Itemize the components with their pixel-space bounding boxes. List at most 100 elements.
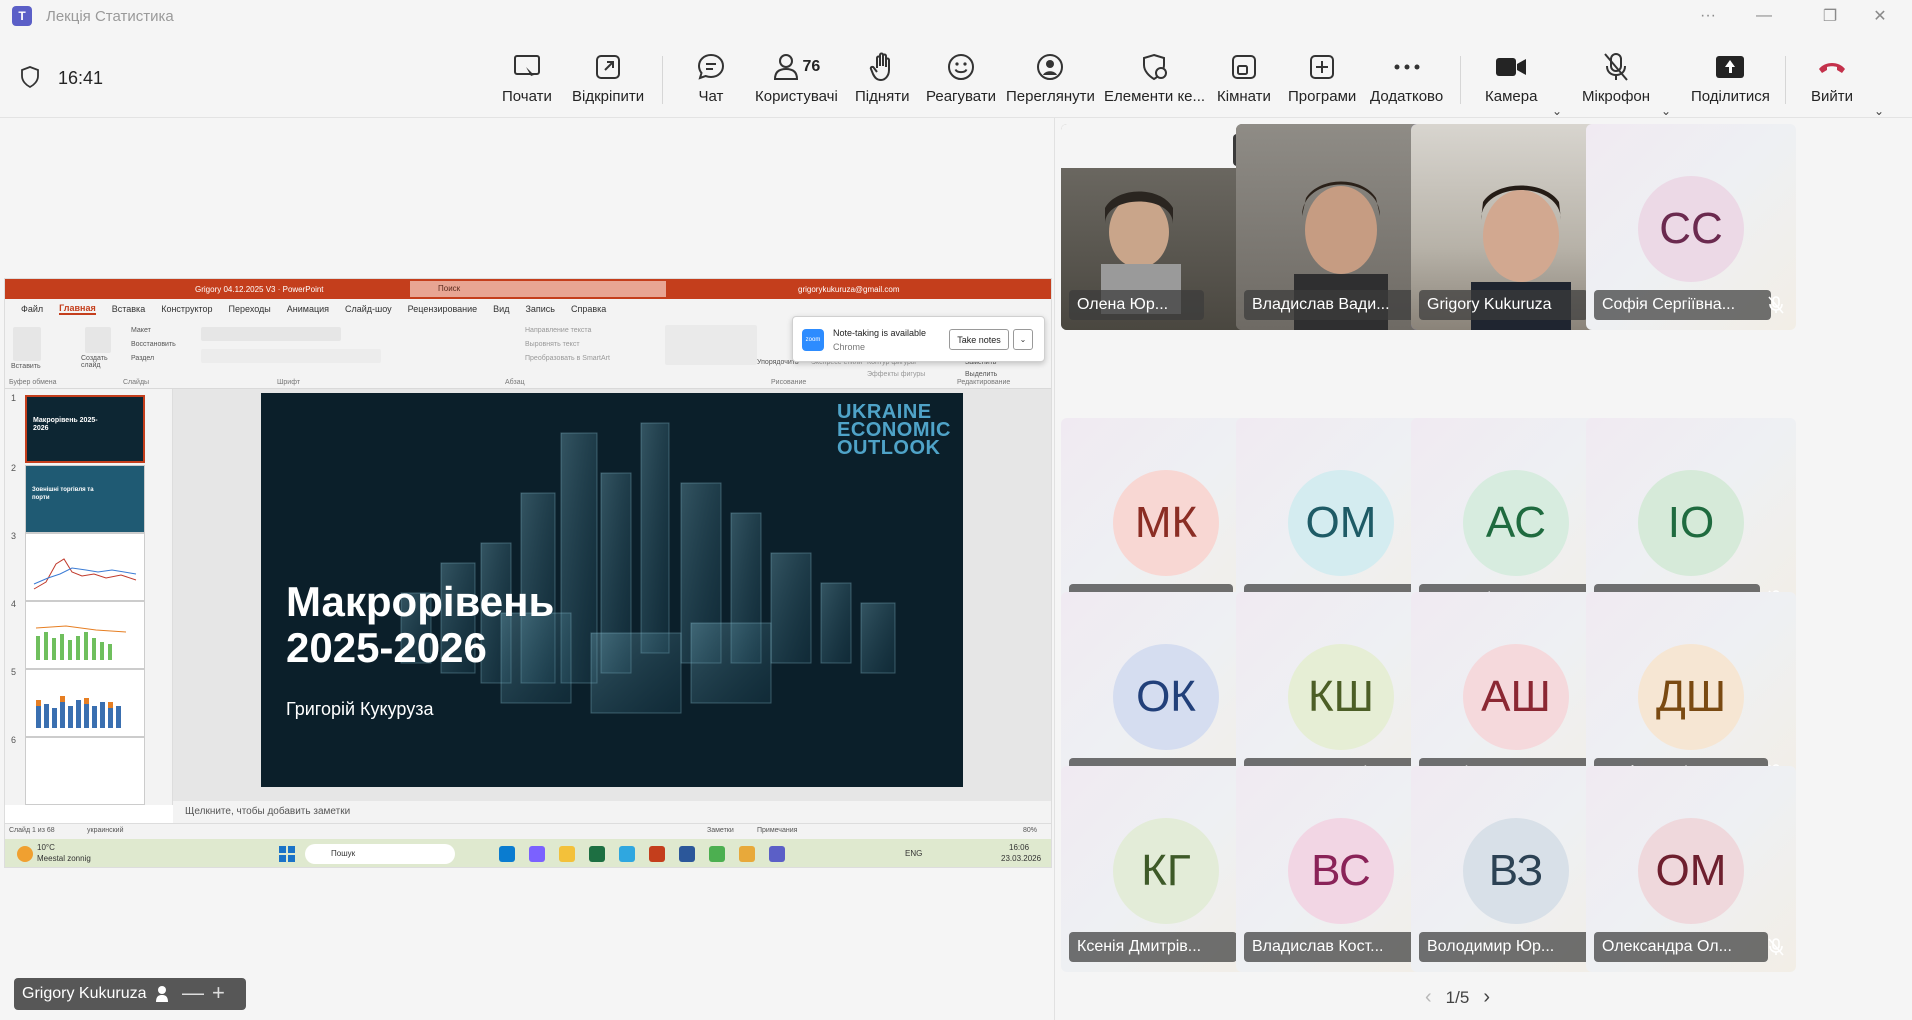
more-button[interactable]: Додатково [1370,50,1443,114]
camera-icon [1495,50,1527,84]
mic-label: Мікрофон [1582,88,1651,105]
ppt-menu-item[interactable]: Вставка [112,304,145,314]
toolbar-divider [1785,56,1786,104]
react-label: Реагувати [926,88,997,105]
zoom-out-button[interactable]: — [182,980,204,1006]
avatar: ВС [1288,818,1394,924]
popout-label: Відкріпити [572,88,645,105]
ppt-menu-item[interactable]: Справка [571,304,606,314]
next-page-chevron-icon[interactable]: › [1483,986,1490,1009]
ppt-menu-item[interactable]: Файл [21,304,43,314]
record-button[interactable]: Почати [502,50,552,114]
participant-tile[interactable]: СС Софія Сергіївна... [1586,124,1796,330]
prev-page-chevron-icon[interactable]: ‹ [1425,986,1432,1009]
slide-thumbnail-3[interactable] [25,533,145,601]
teams-logo-icon: T [12,6,32,26]
input-language: ENG [905,849,923,858]
chat-label: Чат [698,88,724,105]
record-label: Почати [502,88,552,105]
minimize-button[interactable]: — [1744,0,1784,32]
gallery-pager: ‹ 1/5 › [1425,986,1490,1009]
mic-options-chevron-icon[interactable]: ⌄ [1661,104,1675,118]
apps-button[interactable]: Програми [1288,50,1356,114]
ppt-menu-item[interactable]: Запись [525,304,555,314]
weather-desc: Meestal zonnig [37,854,91,863]
ppt-menu-item[interactable]: Слайд-шоу [345,304,392,314]
ppt-menu-item[interactable]: Анимация [287,304,329,314]
avatar: АС [1463,470,1569,576]
leave-options-chevron-icon[interactable]: ⌄ [1874,104,1888,118]
slide-editor-canvas: UKRAINE ECONOMIC OUTLOOK Макрорівень 202… [173,389,1051,805]
more-options-icon[interactable]: ··· [1688,0,1728,32]
zoom-notification: zoom Note-taking is available Chrome Tak… [792,316,1045,362]
people-count: 76 [802,58,821,75]
notes-toggle: Заметки [707,827,734,834]
view-icon [1036,50,1064,84]
slide-thumbnail-4[interactable] [25,601,145,669]
close-window-button[interactable]: ✕ [1860,0,1900,32]
edge-icon [499,846,515,862]
rooms-icon [1230,50,1258,84]
presenter-share-icon [155,986,168,1002]
shared-screen[interactable]: Grigory 04.12.2025 V3 · PowerPoint Поиск… [4,278,1052,868]
share-button[interactable]: Поділитися [1691,50,1770,114]
ppt-menu-item[interactable]: Вид [493,304,509,314]
taskbar-search: Пошук [305,844,455,864]
current-slide[interactable]: UKRAINE ECONOMIC OUTLOOK Макрорівень 202… [261,393,963,787]
file-explorer-icon [559,846,575,862]
notes-placeholder[interactable]: Щелкните, чтобы добавить заметки [173,801,1051,823]
chrome-icon [619,846,635,862]
participant-tile[interactable]: ОМ Олександра Ол... [1586,766,1796,972]
camera-label: Камера [1485,88,1538,105]
share-screen-icon [1716,50,1745,84]
ribbon-group-paragraph: Абзац [505,379,525,386]
slide-thumbnail-1[interactable]: Макрорівень 2025-2026 [25,395,145,463]
window-title: Лекція Статистика [46,7,174,25]
participant-name: Grigory Kukuruza [1419,290,1588,320]
toolbar-divider [662,56,663,104]
slide-thumbnail-5[interactable] [25,669,145,737]
shield-gear-icon [1141,50,1169,84]
participant-name: Ксенія Дмитрів... [1069,932,1238,962]
slide-thumbnail-2[interactable]: Зовнішні торгівля та порти [25,465,145,533]
raise-hand-button[interactable]: Підняти [855,50,910,114]
thumb-number: 3 [11,531,17,541]
toast-source: Chrome [833,342,866,352]
ppt-menu-item[interactable]: Конструктор [161,304,212,314]
microphone-button[interactable]: Мікрофон [1582,50,1650,114]
copilot-icon [529,846,545,862]
thumb-title: Зовнішні торгівля та порти [32,487,94,501]
shape-effects-label: Эффекты фигуры [867,371,926,378]
meeting-controls-button[interactable]: Елементи ке... [1104,50,1205,114]
ribbon-group-font: Шрифт [277,379,301,386]
shield-icon[interactable] [20,66,40,88]
weather-sun-icon [17,846,33,862]
chat-button[interactable]: Чат [696,50,726,114]
ppt-menu-item[interactable]: Рецензирование [408,304,478,314]
avatar: КГ [1113,818,1219,924]
popout-button[interactable]: Відкріпити [572,50,644,114]
toast-dropdown-chevron-icon[interactable]: ⌄ [1013,329,1033,350]
ppt-menu-item[interactable]: Переходы [229,304,271,314]
new-slide-label: Создать слайд [81,355,108,369]
leave-button[interactable]: Вийти [1811,50,1853,114]
ppt-menu-item[interactable]: Главная [59,303,96,315]
restore-button[interactable]: ❐ [1810,0,1850,32]
react-button[interactable]: Реагувати [926,50,996,114]
ppt-status-bar: Слайд 1 из 68 украинский Заметки Примеча… [5,823,1051,839]
people-button[interactable]: 76 Користувачі [755,50,838,114]
people-label: Користувачі [755,88,838,105]
take-notes-button[interactable]: Take notes [949,329,1009,350]
camera-options-chevron-icon[interactable]: ⌄ [1552,104,1566,118]
ppt-search-box: Поиск [410,281,666,297]
breakout-rooms-button[interactable]: Кімнати [1217,50,1271,114]
font-format-buttons [201,349,381,363]
slide-thumbnail-6[interactable] [25,737,145,805]
view-button[interactable]: Переглянути [1006,50,1095,114]
meeting-toolbar: 16:41 Почати Відкріпити Чат 76 Користува… [0,32,1912,118]
camera-button[interactable]: Камера [1485,50,1537,114]
people-icon: 76 [773,50,821,84]
weather-temp: 10°C [37,843,55,852]
zoom-in-button[interactable]: + [212,980,225,1006]
toast-title: Note-taking is available [833,328,927,338]
